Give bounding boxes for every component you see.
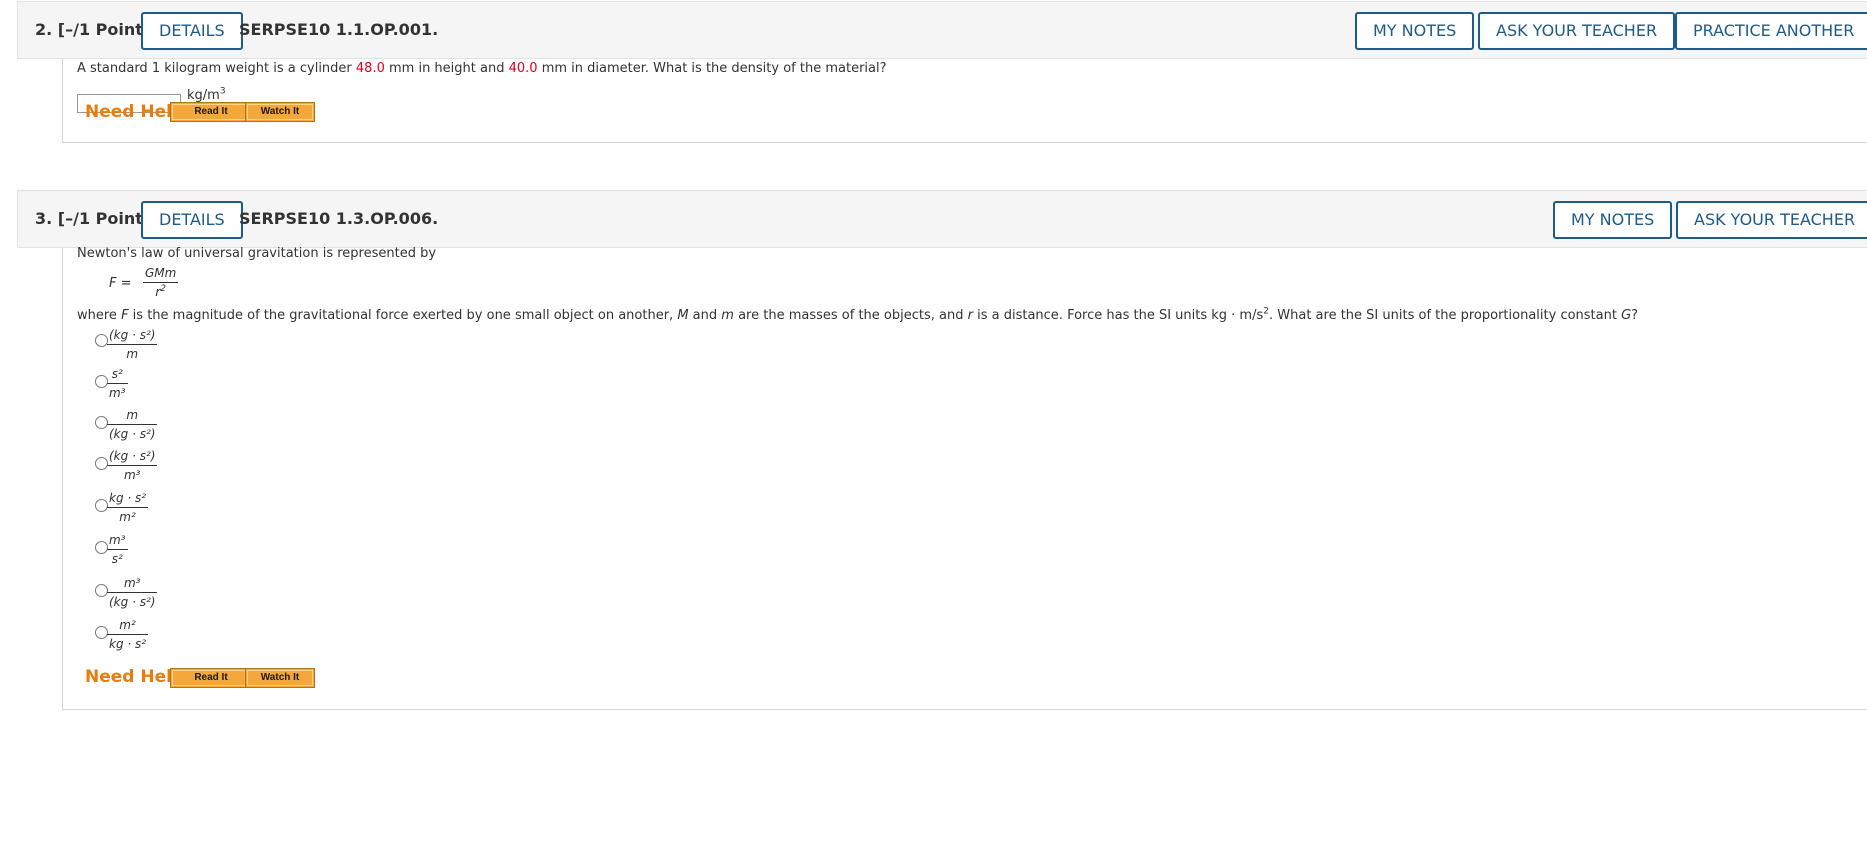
question-3-body: Newton's law of universal gravitation is… [62, 246, 1867, 710]
details-button[interactable]: DETAILS [141, 201, 243, 239]
option-6-label: m³ s² [107, 533, 128, 566]
height-value: 48.0 [355, 61, 385, 76]
question-intro: Newton's law of universal gravitation is… [77, 246, 437, 261]
question-prompt: where F is the magnitude of the gravitat… [77, 306, 1639, 323]
option-4-label: (kg · s²) m³ [107, 449, 158, 482]
option-5-label: kg · s² m² [107, 491, 149, 524]
diameter-value: 40.0 [508, 61, 538, 76]
question-2-header: 2. [–/1 Points] DETAILS SERPSE10 1.1.OP.… [17, 1, 1867, 59]
practice-another-button[interactable]: PRACTICE ANOTHER [1675, 12, 1867, 50]
my-notes-button[interactable]: MY NOTES [1553, 201, 1673, 239]
gravitation-formula: GMm r2 [143, 266, 179, 299]
ask-your-teacher-button[interactable]: ASK YOUR TEACHER [1676, 201, 1867, 239]
question-prompt: A standard 1 kilogram weight is a cylind… [77, 61, 887, 76]
question-code: SERPSE10 1.1.OP.001. [239, 20, 439, 39]
option-3-label: m (kg · s²) [107, 408, 158, 441]
option-1-label: (kg · s²) m [107, 328, 158, 361]
watch-it-button[interactable]: Watch It [245, 102, 315, 122]
answer-unit: kg/m3 [187, 86, 226, 103]
details-button[interactable]: DETAILS [141, 12, 243, 50]
ask-your-teacher-button[interactable]: ASK YOUR TEACHER [1478, 12, 1676, 50]
option-7-label: m³ (kg · s²) [107, 576, 158, 609]
my-notes-button[interactable]: MY NOTES [1355, 12, 1475, 50]
question-3-header: 3. [–/1 Points] DETAILS SERPSE10 1.3.OP.… [17, 190, 1867, 248]
question-code: SERPSE10 1.3.OP.006. [239, 209, 439, 228]
question-2-body: A standard 1 kilogram weight is a cylind… [62, 59, 1867, 143]
option-2-label: s² m³ [107, 367, 128, 400]
read-it-button[interactable]: Read It [170, 668, 252, 688]
read-it-button[interactable]: Read It [170, 102, 252, 122]
formula-lhs: F = [109, 276, 132, 291]
watch-it-button[interactable]: Watch It [245, 668, 315, 688]
option-8-label: m² kg · s² [107, 618, 149, 651]
